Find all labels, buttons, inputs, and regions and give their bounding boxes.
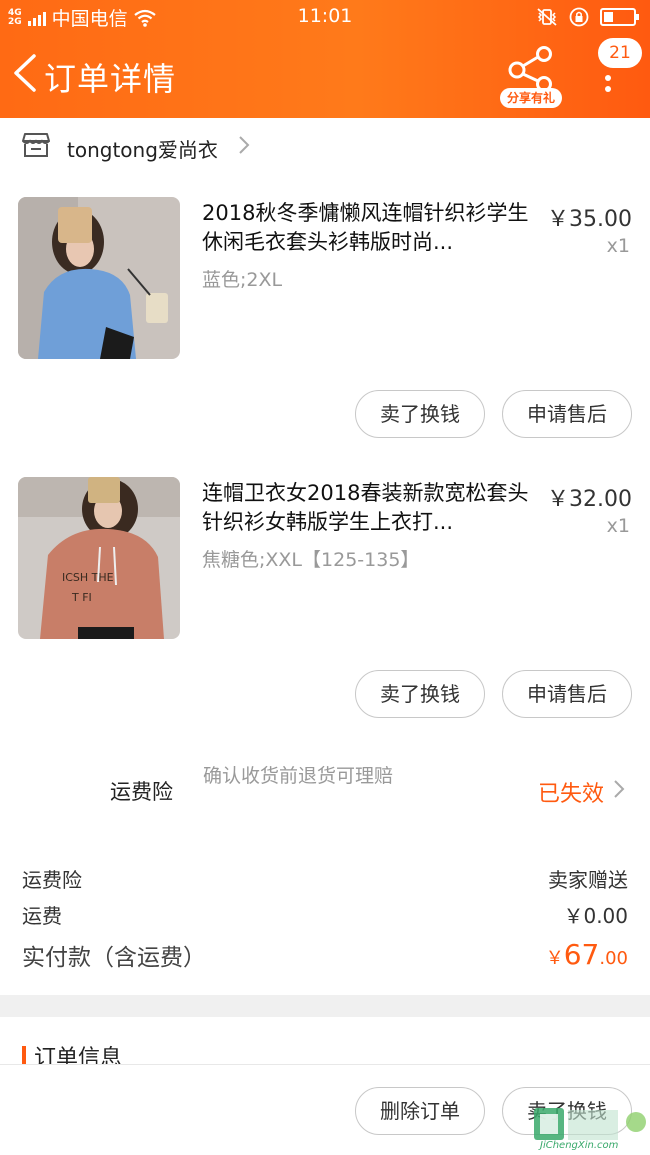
shop-row[interactable]: tongtong爱尚衣 [0, 120, 650, 174]
accent-bar [22, 1046, 26, 1066]
svg-text:T FI: T FI [71, 591, 92, 604]
share-button[interactable]: 分享有礼 [500, 46, 564, 108]
header-bar: 4G 2G 中国电信 11:01 订单详情 分享有礼 21 [0, 0, 650, 118]
fee-row-shipping: 运费 ￥0.00 [22, 900, 628, 929]
shop-name: tongtong爱尚衣 [67, 138, 218, 162]
order-item[interactable]: 2018秋冬季慵懒风连帽针织衫学生休闲毛衣套头衫韩版时尚... 蓝色;2XL ￥… [0, 197, 650, 457]
message-count-badge: 21 [598, 38, 642, 68]
product-title[interactable]: 2018秋冬季慵懒风连帽针织衫学生休闲毛衣套头衫韩版时尚... [202, 199, 532, 257]
product-spec: 蓝色;2XL [202, 269, 283, 291]
product-price: ￥35.00 [547, 207, 632, 232]
fee-row-insurance: 运费险 卖家赠送 [22, 864, 628, 893]
total-amount: ￥67.00 [545, 938, 628, 971]
fee-label: 运费 [22, 904, 62, 928]
sell-for-cash-button[interactable]: 卖了换钱 [355, 670, 485, 718]
fee-value: 卖家赠送 [548, 868, 628, 892]
product-quantity: x1 [606, 515, 630, 537]
product-image[interactable] [18, 197, 180, 359]
vibrate-icon [537, 8, 557, 26]
section-divider [0, 995, 650, 1017]
order-item[interactable]: ICSH THE T FI 连帽卫衣女2018春装新款宽松套头针织衫女韩版学生上… [0, 477, 650, 737]
total-paid-row: 实付款（含运费） ￥67.00 [22, 938, 628, 972]
product-title[interactable]: 连帽卫衣女2018春装新款宽松套头针织衫女韩版学生上衣打... [202, 479, 532, 537]
more-dot-icon [605, 75, 611, 81]
svg-text:ICSH THE: ICSH THE [62, 571, 114, 584]
total-label: 实付款（含运费） [22, 945, 206, 971]
battery-icon [600, 8, 639, 26]
back-arrow-icon[interactable] [8, 52, 44, 94]
product-spec: 焦糖色;XXL【125-135】 [202, 549, 420, 571]
more-dot-icon [605, 86, 611, 92]
product-image[interactable]: ICSH THE T FI [18, 477, 180, 639]
insurance-label: 运费险 [110, 780, 173, 804]
after-sale-button[interactable]: 申请售后 [502, 390, 632, 438]
insurance-status: 已失效 [538, 782, 605, 807]
insurance-description: 确认收货前退货可理赔 [203, 765, 394, 787]
site-watermark: JiChengXin.com [532, 1106, 650, 1155]
product-quantity: x1 [606, 235, 630, 257]
share-label: 分享有礼 [500, 88, 562, 108]
page-title: 订单详情 [44, 60, 177, 98]
chevron-right-icon [239, 136, 250, 154]
watermark-text: JiChengXin.com [540, 1140, 619, 1151]
product-price: ￥32.00 [547, 487, 632, 512]
fee-label: 运费险 [22, 868, 82, 892]
share-icon [508, 46, 552, 92]
sell-for-cash-button[interactable]: 卖了换钱 [355, 390, 485, 438]
shipping-insurance-row[interactable]: 运费险 确认收货前退货可理赔 已失效 [0, 760, 650, 820]
fee-value: ￥0.00 [563, 904, 628, 928]
after-sale-button[interactable]: 申请售后 [502, 670, 632, 718]
store-icon [22, 133, 50, 157]
status-bar: 4G 2G 中国电信 11:01 [0, 0, 650, 34]
delete-order-button[interactable]: 删除订单 [355, 1087, 485, 1135]
rotation-lock-icon [569, 7, 589, 27]
chevron-right-icon [614, 780, 625, 798]
